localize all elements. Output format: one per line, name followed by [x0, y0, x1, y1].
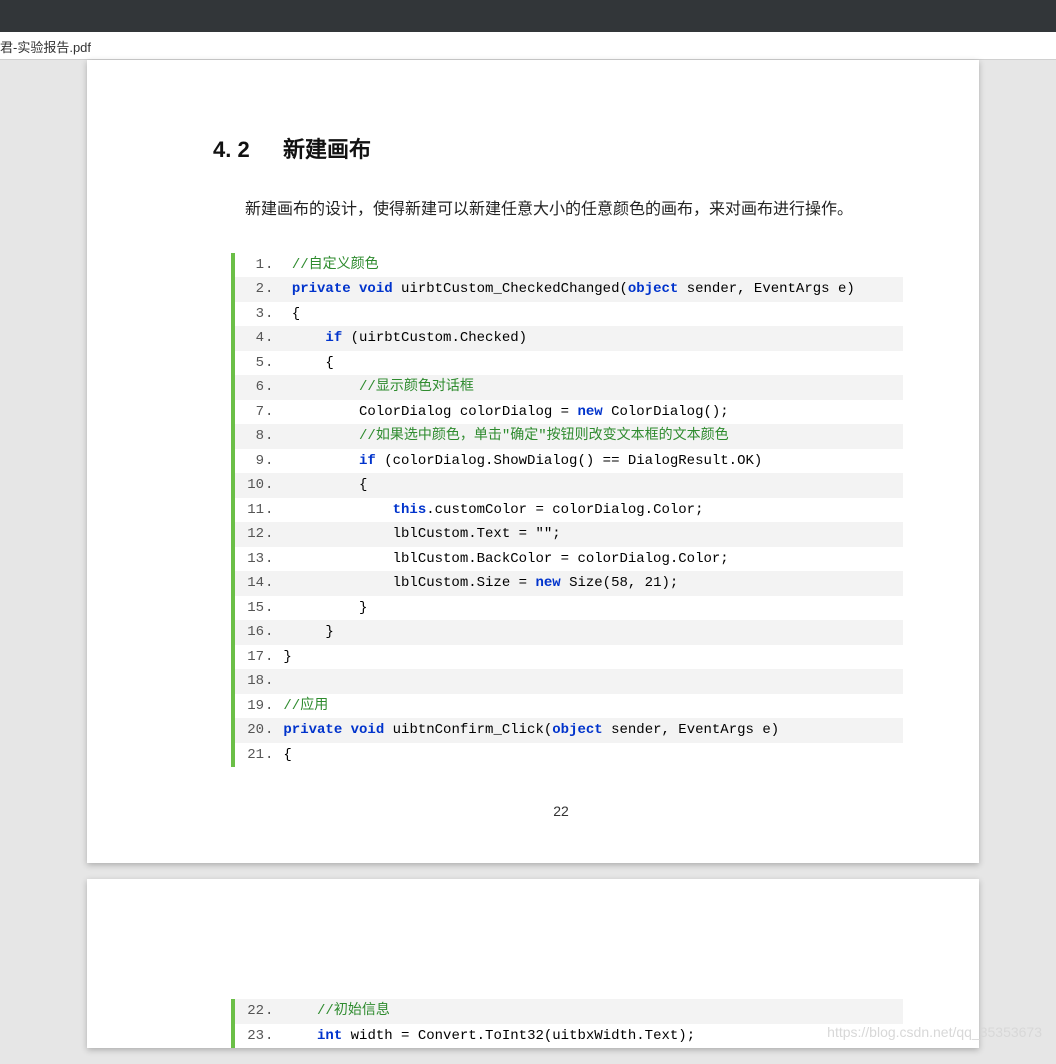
code-text: {: [275, 302, 903, 327]
line-number: 18: [235, 669, 265, 694]
line-number: 6: [235, 375, 265, 400]
line-number: 3: [235, 302, 265, 327]
code-line: 3. {: [235, 302, 903, 327]
code-text: [275, 669, 903, 694]
code-text: //自定义颜色: [275, 253, 903, 278]
line-number: 15: [235, 596, 265, 621]
line-number: 13: [235, 547, 265, 572]
code-text: }: [275, 596, 903, 621]
section-number: 4. 2: [213, 137, 283, 163]
code-line: 16. }: [235, 620, 903, 645]
code-line: 13. lblCustom.BackColor = colorDialog.Co…: [235, 547, 903, 572]
line-number: 20: [235, 718, 265, 743]
code-line: 10. {: [235, 473, 903, 498]
watermark: https://blog.csdn.net/qq_35353673: [827, 1024, 1042, 1040]
code-block-1: 1. //自定义颜色2. private void uirbtCustom_Ch…: [231, 253, 903, 768]
code-block-2: 22. //初始信息23. int width = Convert.ToInt3…: [231, 999, 903, 1048]
code-line: 22. //初始信息: [235, 999, 903, 1024]
code-text: }: [275, 620, 903, 645]
line-number: 12: [235, 522, 265, 547]
line-number: 7: [235, 400, 265, 425]
code-line: 23. int width = Convert.ToInt32(uitbxWid…: [235, 1024, 903, 1049]
code-text: }: [275, 645, 903, 670]
code-text: //初始信息: [275, 999, 903, 1024]
code-text: if (colorDialog.ShowDialog() == DialogRe…: [275, 449, 903, 474]
line-number: 2: [235, 277, 265, 302]
code-text: int width = Convert.ToInt32(uitbxWidth.T…: [275, 1024, 903, 1049]
code-text: lblCustom.Size = new Size(58, 21);: [275, 571, 903, 596]
code-line: 7. ColorDialog colorDialog = new ColorDi…: [235, 400, 903, 425]
browser-tab-bar: 君-实验报告.pdf: [0, 32, 1056, 60]
code-line: 18.: [235, 669, 903, 694]
code-line: 1. //自定义颜色: [235, 253, 903, 278]
code-text: lblCustom.BackColor = colorDialog.Color;: [275, 547, 903, 572]
code-line: 15. }: [235, 596, 903, 621]
code-line: 9. if (colorDialog.ShowDialog() == Dialo…: [235, 449, 903, 474]
line-number: 9: [235, 449, 265, 474]
line-number: 17: [235, 645, 265, 670]
code-line: 6. //显示颜色对话框: [235, 375, 903, 400]
code-line: 5. {: [235, 351, 903, 376]
line-number: 4: [235, 326, 265, 351]
code-text: this.customColor = colorDialog.Color;: [275, 498, 903, 523]
code-text: private void uirbtCustom_CheckedChanged(…: [275, 277, 903, 302]
line-number: 16: [235, 620, 265, 645]
code-line: 2. private void uirbtCustom_CheckedChang…: [235, 277, 903, 302]
line-number: 8: [235, 424, 265, 449]
code-text: {: [275, 473, 903, 498]
code-text: lblCustom.Text = "";: [275, 522, 903, 547]
section-heading: 4. 2新建画布: [213, 132, 909, 164]
pdf-tab[interactable]: 君-实验报告.pdf: [0, 32, 99, 60]
code-text: if (uirbtCustom.Checked): [275, 326, 903, 351]
code-line: 12. lblCustom.Text = "";: [235, 522, 903, 547]
code-text: ColorDialog colorDialog = new ColorDialo…: [275, 400, 903, 425]
line-number: 10: [235, 473, 265, 498]
line-number: 14: [235, 571, 265, 596]
code-line: 19. //应用: [235, 694, 903, 719]
code-text: {: [275, 351, 903, 376]
line-number: 22: [235, 999, 265, 1024]
code-text: {: [275, 743, 903, 768]
line-number: 11: [235, 498, 265, 523]
pdf-viewer[interactable]: 4. 2新建画布 新建画布的设计，使得新建可以新建任意大小的任意颜色的画布，来对…: [0, 60, 1056, 1048]
code-line: 20. private void uibtnConfirm_Click(obje…: [235, 718, 903, 743]
code-line: 17. }: [235, 645, 903, 670]
code-line: 14. lblCustom.Size = new Size(58, 21);: [235, 571, 903, 596]
code-text: //如果选中颜色，单击"确定"按钮则改变文本框的文本颜色: [275, 424, 903, 449]
pdf-page-2: 22. //初始信息23. int width = Convert.ToInt3…: [87, 879, 979, 1048]
pdf-page-1: 4. 2新建画布 新建画布的设计，使得新建可以新建任意大小的任意颜色的画布，来对…: [87, 60, 979, 863]
line-number: 21: [235, 743, 265, 768]
line-number: 19: [235, 694, 265, 719]
code-line: 4. if (uirbtCustom.Checked): [235, 326, 903, 351]
code-text: //显示颜色对话框: [275, 375, 903, 400]
page-number: 22: [213, 803, 909, 819]
code-line: 11. this.customColor = colorDialog.Color…: [235, 498, 903, 523]
code-line: 21. {: [235, 743, 903, 768]
window-titlebar: [0, 0, 1056, 32]
line-number: 1: [235, 253, 265, 278]
section-paragraph: 新建画布的设计，使得新建可以新建任意大小的任意颜色的画布，来对画布进行操作。: [213, 192, 909, 229]
line-number: 23: [235, 1024, 265, 1049]
code-text: private void uibtnConfirm_Click(object s…: [275, 718, 903, 743]
line-number: 5: [235, 351, 265, 376]
code-line: 8. //如果选中颜色，单击"确定"按钮则改变文本框的文本颜色: [235, 424, 903, 449]
section-title: 新建画布: [283, 137, 371, 162]
code-text: //应用: [275, 694, 903, 719]
